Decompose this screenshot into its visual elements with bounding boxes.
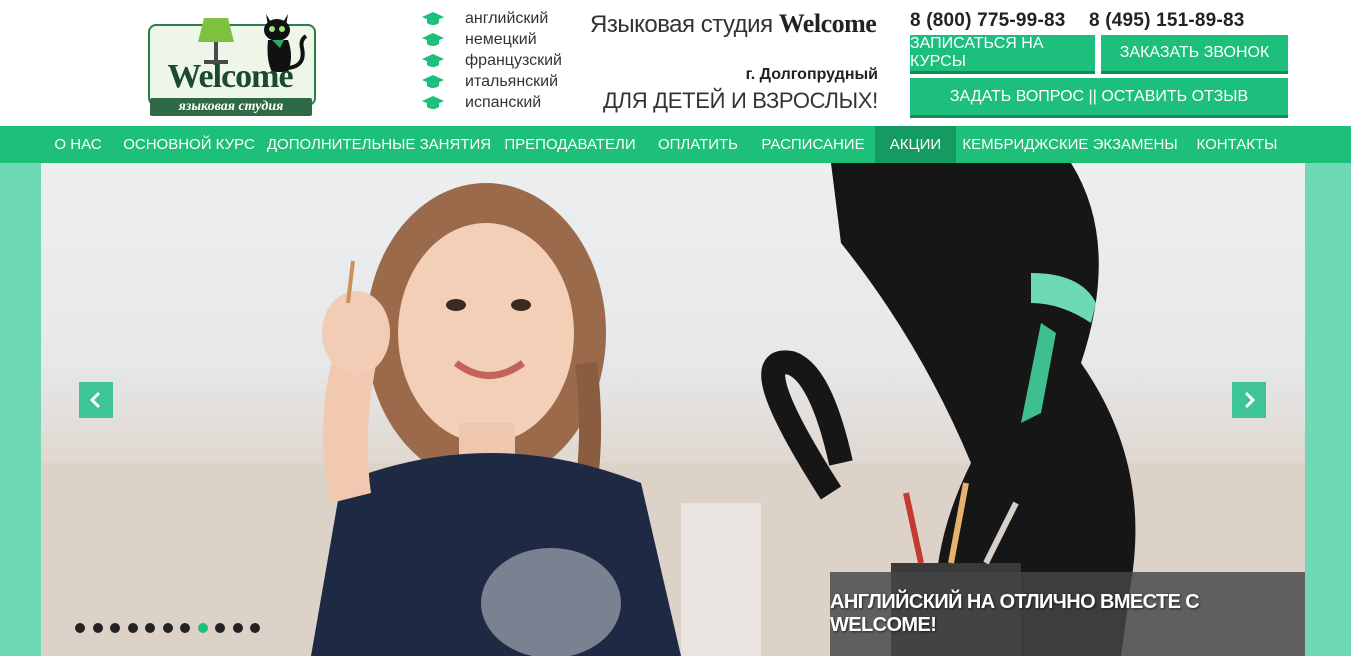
list-item: немецкий: [422, 29, 562, 50]
language-label: английский: [465, 9, 549, 27]
slider-dot[interactable]: [232, 623, 243, 633]
nav-item-main-course[interactable]: ОСНОВНОЙ КУРС: [115, 126, 263, 163]
phone-number[interactable]: 8 (495) 151-89-83: [1089, 10, 1245, 32]
graduation-cap-icon: [422, 53, 444, 67]
phone-number[interactable]: 8 (800) 775-99-83: [910, 10, 1066, 32]
list-item: итальянский: [422, 71, 562, 92]
studio-prefix: Языковая студия: [590, 11, 779, 38]
list-item: испанский: [422, 92, 562, 113]
main-nav: О НАС ОСНОВНОЙ КУРС ДОПОЛНИТЕЛЬНЫЕ ЗАНЯТ…: [0, 126, 1351, 163]
slider-dot[interactable]: [197, 623, 208, 633]
logo-subtitle: языковая студия: [150, 98, 312, 116]
slider-dot[interactable]: [215, 623, 225, 633]
chevron-left-icon: [89, 391, 101, 409]
slider-next-button[interactable]: [1232, 382, 1266, 418]
graduation-cap-icon: [422, 32, 444, 46]
signup-button[interactable]: ЗАПИСАТЬСЯ НА КУРСЫ: [910, 35, 1095, 74]
nav-item-about[interactable]: О НАС: [41, 126, 115, 163]
graduation-cap-icon: [422, 11, 444, 25]
studio-title: Языковая студия Welcome: [590, 9, 877, 39]
list-item: английский: [422, 8, 562, 29]
logo[interactable]: Welcome языковая студия: [148, 10, 316, 118]
nav-item-teachers[interactable]: ПРЕПОДАВАТЕЛИ: [495, 126, 645, 163]
slider-prev-button[interactable]: [79, 382, 113, 418]
logo-text: Welcome: [167, 58, 293, 95]
ask-question-button[interactable]: ЗАДАТЬ ВОПРОС || ОСТАВИТЬ ОТЗЫВ: [910, 78, 1288, 118]
nav-item-pay[interactable]: ОПЛАТИТЬ: [645, 126, 751, 163]
city-label: г. Долгопрудный: [745, 66, 878, 83]
slider-dot[interactable]: [180, 623, 190, 633]
slider-dots: [75, 623, 260, 633]
graduation-cap-icon: [422, 74, 444, 88]
slider-dot[interactable]: [92, 623, 103, 633]
callback-button[interactable]: ЗАКАЗАТЬ ЗВОНОК: [1101, 35, 1288, 74]
nav-item-promotions[interactable]: АКЦИИ: [875, 126, 956, 163]
chair: [681, 503, 761, 656]
slide-caption: АНГЛИЙСКИЙ НА ОТЛИЧНО ВМЕСТЕ С WELCOME!: [830, 572, 1305, 656]
graduation-cap-icon: [422, 95, 444, 109]
slider-dot[interactable]: [162, 623, 173, 633]
language-label: немецкий: [465, 30, 537, 48]
studio-name: Welcome: [778, 9, 877, 38]
header: Welcome языковая студия английский немец…: [0, 0, 1351, 126]
language-label: французский: [465, 51, 562, 69]
language-label: итальянский: [465, 72, 559, 90]
nav-item-extra-classes[interactable]: ДОПОЛНИТЕЛЬНЫЕ ЗАНЯТИЯ: [263, 126, 495, 163]
slider-dot[interactable]: [127, 623, 138, 633]
nav-item-cambridge-exams[interactable]: КЕМБРИДЖСКИЕ ЭКЗАМЕНЫ: [956, 126, 1184, 163]
slider-dot[interactable]: [145, 623, 155, 633]
girl-face: [398, 223, 574, 443]
chevron-right-icon: [1244, 391, 1256, 409]
audience-label: ДЛЯ ДЕТЕЙ И ВЗРОСЛЫХ!: [603, 88, 878, 113]
slider-dot[interactable]: [75, 623, 85, 633]
language-label: испанский: [465, 93, 542, 111]
list-item: французский: [422, 50, 562, 71]
language-list: английский немецкий французский итальянс…: [422, 8, 562, 113]
slider-dot[interactable]: [110, 623, 120, 633]
nav-item-schedule[interactable]: РАСПИСАНИЕ: [751, 126, 875, 163]
slider-dot[interactable]: [250, 623, 260, 633]
nav-item-contacts[interactable]: КОНТАКТЫ: [1184, 126, 1290, 163]
